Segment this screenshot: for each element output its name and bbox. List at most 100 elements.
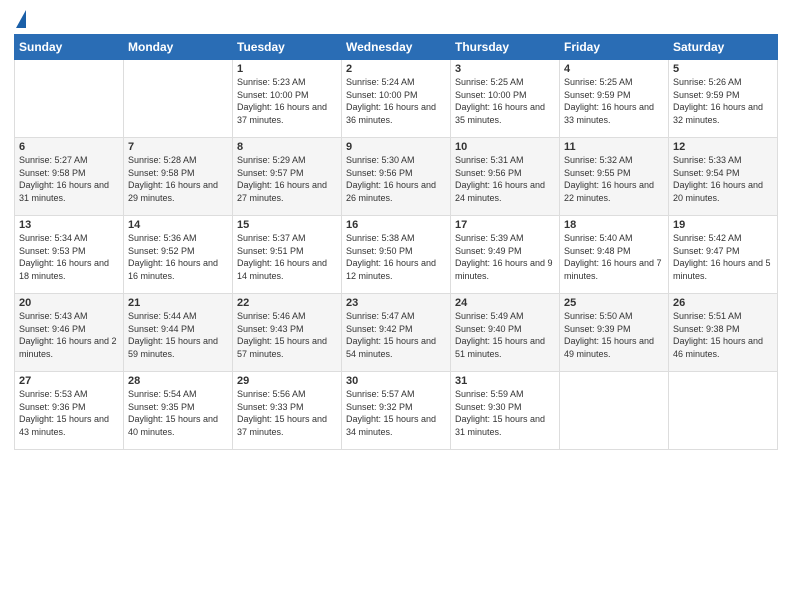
day-number: 16 [346, 219, 446, 231]
day-number: 2 [346, 63, 446, 75]
calendar-cell: 11Sunrise: 5:32 AMSunset: 9:55 PMDayligh… [560, 138, 669, 216]
weekday-header-saturday: Saturday [669, 35, 778, 60]
day-info: Sunrise: 5:27 AMSunset: 9:58 PMDaylight:… [19, 154, 119, 204]
day-info: Sunrise: 5:44 AMSunset: 9:44 PMDaylight:… [128, 310, 228, 360]
calendar-week-row: 6Sunrise: 5:27 AMSunset: 9:58 PMDaylight… [15, 138, 778, 216]
day-info: Sunrise: 5:28 AMSunset: 9:58 PMDaylight:… [128, 154, 228, 204]
day-info: Sunrise: 5:51 AMSunset: 9:38 PMDaylight:… [673, 310, 773, 360]
weekday-header-wednesday: Wednesday [342, 35, 451, 60]
calendar-table: SundayMondayTuesdayWednesdayThursdayFrid… [14, 34, 778, 450]
logo-triangle-icon [16, 10, 26, 28]
calendar-cell: 10Sunrise: 5:31 AMSunset: 9:56 PMDayligh… [451, 138, 560, 216]
day-info: Sunrise: 5:59 AMSunset: 9:30 PMDaylight:… [455, 388, 555, 438]
calendar-cell: 26Sunrise: 5:51 AMSunset: 9:38 PMDayligh… [669, 294, 778, 372]
day-info: Sunrise: 5:49 AMSunset: 9:40 PMDaylight:… [455, 310, 555, 360]
day-number: 1 [237, 63, 337, 75]
day-info: Sunrise: 5:42 AMSunset: 9:47 PMDaylight:… [673, 232, 773, 282]
calendar-cell: 9Sunrise: 5:30 AMSunset: 9:56 PMDaylight… [342, 138, 451, 216]
day-number: 7 [128, 141, 228, 153]
calendar-cell [669, 372, 778, 450]
calendar-cell: 29Sunrise: 5:56 AMSunset: 9:33 PMDayligh… [233, 372, 342, 450]
day-number: 4 [564, 63, 664, 75]
weekday-header-sunday: Sunday [15, 35, 124, 60]
weekday-header-friday: Friday [560, 35, 669, 60]
day-number: 8 [237, 141, 337, 153]
calendar-cell: 12Sunrise: 5:33 AMSunset: 9:54 PMDayligh… [669, 138, 778, 216]
day-number: 17 [455, 219, 555, 231]
day-info: Sunrise: 5:53 AMSunset: 9:36 PMDaylight:… [19, 388, 119, 438]
day-number: 26 [673, 297, 773, 309]
calendar-cell: 2Sunrise: 5:24 AMSunset: 10:00 PMDayligh… [342, 60, 451, 138]
day-info: Sunrise: 5:54 AMSunset: 9:35 PMDaylight:… [128, 388, 228, 438]
calendar-cell: 19Sunrise: 5:42 AMSunset: 9:47 PMDayligh… [669, 216, 778, 294]
weekday-header-monday: Monday [124, 35, 233, 60]
day-info: Sunrise: 5:25 AMSunset: 9:59 PMDaylight:… [564, 76, 664, 126]
day-info: Sunrise: 5:26 AMSunset: 9:59 PMDaylight:… [673, 76, 773, 126]
day-info: Sunrise: 5:30 AMSunset: 9:56 PMDaylight:… [346, 154, 446, 204]
day-info: Sunrise: 5:32 AMSunset: 9:55 PMDaylight:… [564, 154, 664, 204]
page: SundayMondayTuesdayWednesdayThursdayFrid… [0, 0, 792, 612]
logo [14, 10, 26, 28]
day-info: Sunrise: 5:23 AMSunset: 10:00 PMDaylight… [237, 76, 337, 126]
day-number: 14 [128, 219, 228, 231]
calendar-cell: 28Sunrise: 5:54 AMSunset: 9:35 PMDayligh… [124, 372, 233, 450]
day-number: 21 [128, 297, 228, 309]
calendar-cell: 21Sunrise: 5:44 AMSunset: 9:44 PMDayligh… [124, 294, 233, 372]
day-number: 27 [19, 375, 119, 387]
day-number: 19 [673, 219, 773, 231]
calendar-cell: 30Sunrise: 5:57 AMSunset: 9:32 PMDayligh… [342, 372, 451, 450]
header [14, 10, 778, 28]
calendar-cell: 18Sunrise: 5:40 AMSunset: 9:48 PMDayligh… [560, 216, 669, 294]
day-info: Sunrise: 5:29 AMSunset: 9:57 PMDaylight:… [237, 154, 337, 204]
calendar-cell: 5Sunrise: 5:26 AMSunset: 9:59 PMDaylight… [669, 60, 778, 138]
calendar-cell: 25Sunrise: 5:50 AMSunset: 9:39 PMDayligh… [560, 294, 669, 372]
calendar-cell: 1Sunrise: 5:23 AMSunset: 10:00 PMDayligh… [233, 60, 342, 138]
day-info: Sunrise: 5:31 AMSunset: 9:56 PMDaylight:… [455, 154, 555, 204]
calendar-cell [560, 372, 669, 450]
day-info: Sunrise: 5:56 AMSunset: 9:33 PMDaylight:… [237, 388, 337, 438]
logo-text [14, 10, 26, 28]
calendar-header-row: SundayMondayTuesdayWednesdayThursdayFrid… [15, 35, 778, 60]
calendar-cell: 4Sunrise: 5:25 AMSunset: 9:59 PMDaylight… [560, 60, 669, 138]
calendar-cell: 23Sunrise: 5:47 AMSunset: 9:42 PMDayligh… [342, 294, 451, 372]
calendar-cell: 7Sunrise: 5:28 AMSunset: 9:58 PMDaylight… [124, 138, 233, 216]
day-number: 24 [455, 297, 555, 309]
weekday-header-thursday: Thursday [451, 35, 560, 60]
weekday-header-tuesday: Tuesday [233, 35, 342, 60]
day-number: 12 [673, 141, 773, 153]
calendar-cell: 8Sunrise: 5:29 AMSunset: 9:57 PMDaylight… [233, 138, 342, 216]
day-number: 11 [564, 141, 664, 153]
calendar-cell: 16Sunrise: 5:38 AMSunset: 9:50 PMDayligh… [342, 216, 451, 294]
day-info: Sunrise: 5:38 AMSunset: 9:50 PMDaylight:… [346, 232, 446, 282]
day-number: 10 [455, 141, 555, 153]
day-info: Sunrise: 5:46 AMSunset: 9:43 PMDaylight:… [237, 310, 337, 360]
day-number: 30 [346, 375, 446, 387]
calendar-cell: 20Sunrise: 5:43 AMSunset: 9:46 PMDayligh… [15, 294, 124, 372]
calendar-cell: 31Sunrise: 5:59 AMSunset: 9:30 PMDayligh… [451, 372, 560, 450]
day-info: Sunrise: 5:57 AMSunset: 9:32 PMDaylight:… [346, 388, 446, 438]
day-number: 23 [346, 297, 446, 309]
day-info: Sunrise: 5:36 AMSunset: 9:52 PMDaylight:… [128, 232, 228, 282]
calendar-cell: 15Sunrise: 5:37 AMSunset: 9:51 PMDayligh… [233, 216, 342, 294]
day-number: 29 [237, 375, 337, 387]
day-info: Sunrise: 5:40 AMSunset: 9:48 PMDaylight:… [564, 232, 664, 282]
calendar-cell: 13Sunrise: 5:34 AMSunset: 9:53 PMDayligh… [15, 216, 124, 294]
day-number: 20 [19, 297, 119, 309]
calendar-cell: 24Sunrise: 5:49 AMSunset: 9:40 PMDayligh… [451, 294, 560, 372]
calendar-cell: 17Sunrise: 5:39 AMSunset: 9:49 PMDayligh… [451, 216, 560, 294]
calendar-week-row: 20Sunrise: 5:43 AMSunset: 9:46 PMDayligh… [15, 294, 778, 372]
day-number: 28 [128, 375, 228, 387]
calendar-week-row: 27Sunrise: 5:53 AMSunset: 9:36 PMDayligh… [15, 372, 778, 450]
calendar-cell: 27Sunrise: 5:53 AMSunset: 9:36 PMDayligh… [15, 372, 124, 450]
day-number: 22 [237, 297, 337, 309]
day-number: 18 [564, 219, 664, 231]
calendar-week-row: 13Sunrise: 5:34 AMSunset: 9:53 PMDayligh… [15, 216, 778, 294]
calendar-cell [15, 60, 124, 138]
day-number: 25 [564, 297, 664, 309]
day-number: 15 [237, 219, 337, 231]
calendar-cell: 22Sunrise: 5:46 AMSunset: 9:43 PMDayligh… [233, 294, 342, 372]
calendar-cell [124, 60, 233, 138]
day-info: Sunrise: 5:25 AMSunset: 10:00 PMDaylight… [455, 76, 555, 126]
calendar-cell: 14Sunrise: 5:36 AMSunset: 9:52 PMDayligh… [124, 216, 233, 294]
day-number: 6 [19, 141, 119, 153]
